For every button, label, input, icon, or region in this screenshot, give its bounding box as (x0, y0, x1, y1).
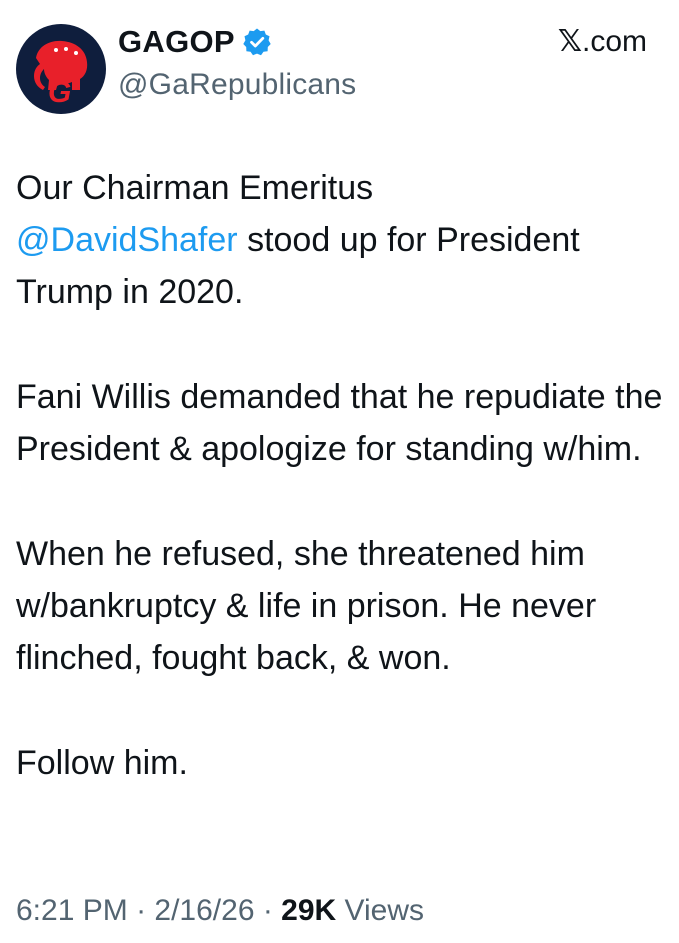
post-paragraph-1: Our Chairman Emeritus @DavidShafer stood … (16, 162, 666, 318)
source-domain-suffix: .com (581, 25, 647, 58)
display-name[interactable]: GAGOP (118, 24, 235, 60)
x-logo-icon: 𝕏 (557, 24, 582, 59)
meta-separator: · (127, 894, 155, 927)
post-paragraph-1-lead: Our Chairman Emeritus (16, 169, 374, 207)
account-handle[interactable]: @GaRepublicans (118, 68, 356, 102)
post-meta: 6:21 PM · 2/16/26 · 29K Views (16, 894, 424, 928)
post-paragraph-3: When he refused, she threatened him w/ba… (16, 535, 597, 677)
post-paragraph-4: Follow him. (16, 744, 188, 782)
display-name-row: GAGOP (118, 22, 356, 62)
account-names: GAGOP @GaRepublicans (118, 22, 356, 102)
post-time[interactable]: 6:21 PM (16, 894, 128, 927)
views-label: Views (336, 894, 425, 927)
svg-text:G: G (48, 76, 71, 109)
x-com-source[interactable]: 𝕏.com (558, 22, 647, 62)
post-header: G GAGOP @GaRepublicans 𝕏.com (16, 20, 663, 120)
post-date[interactable]: 2/16/26 (154, 894, 254, 927)
views-count[interactable]: 29K (281, 894, 336, 927)
post-paragraph-2: Fani Willis demanded that he repudiate t… (16, 378, 663, 468)
gagop-elephant-logo-icon: G (16, 24, 106, 114)
verified-badge-icon (242, 27, 272, 57)
post-text: Our Chairman Emeritus @DavidShafer stood … (16, 162, 666, 789)
meta-separator: · (254, 894, 282, 927)
avatar[interactable]: G (16, 24, 106, 114)
mention-link[interactable]: @DavidShafer (16, 221, 238, 259)
